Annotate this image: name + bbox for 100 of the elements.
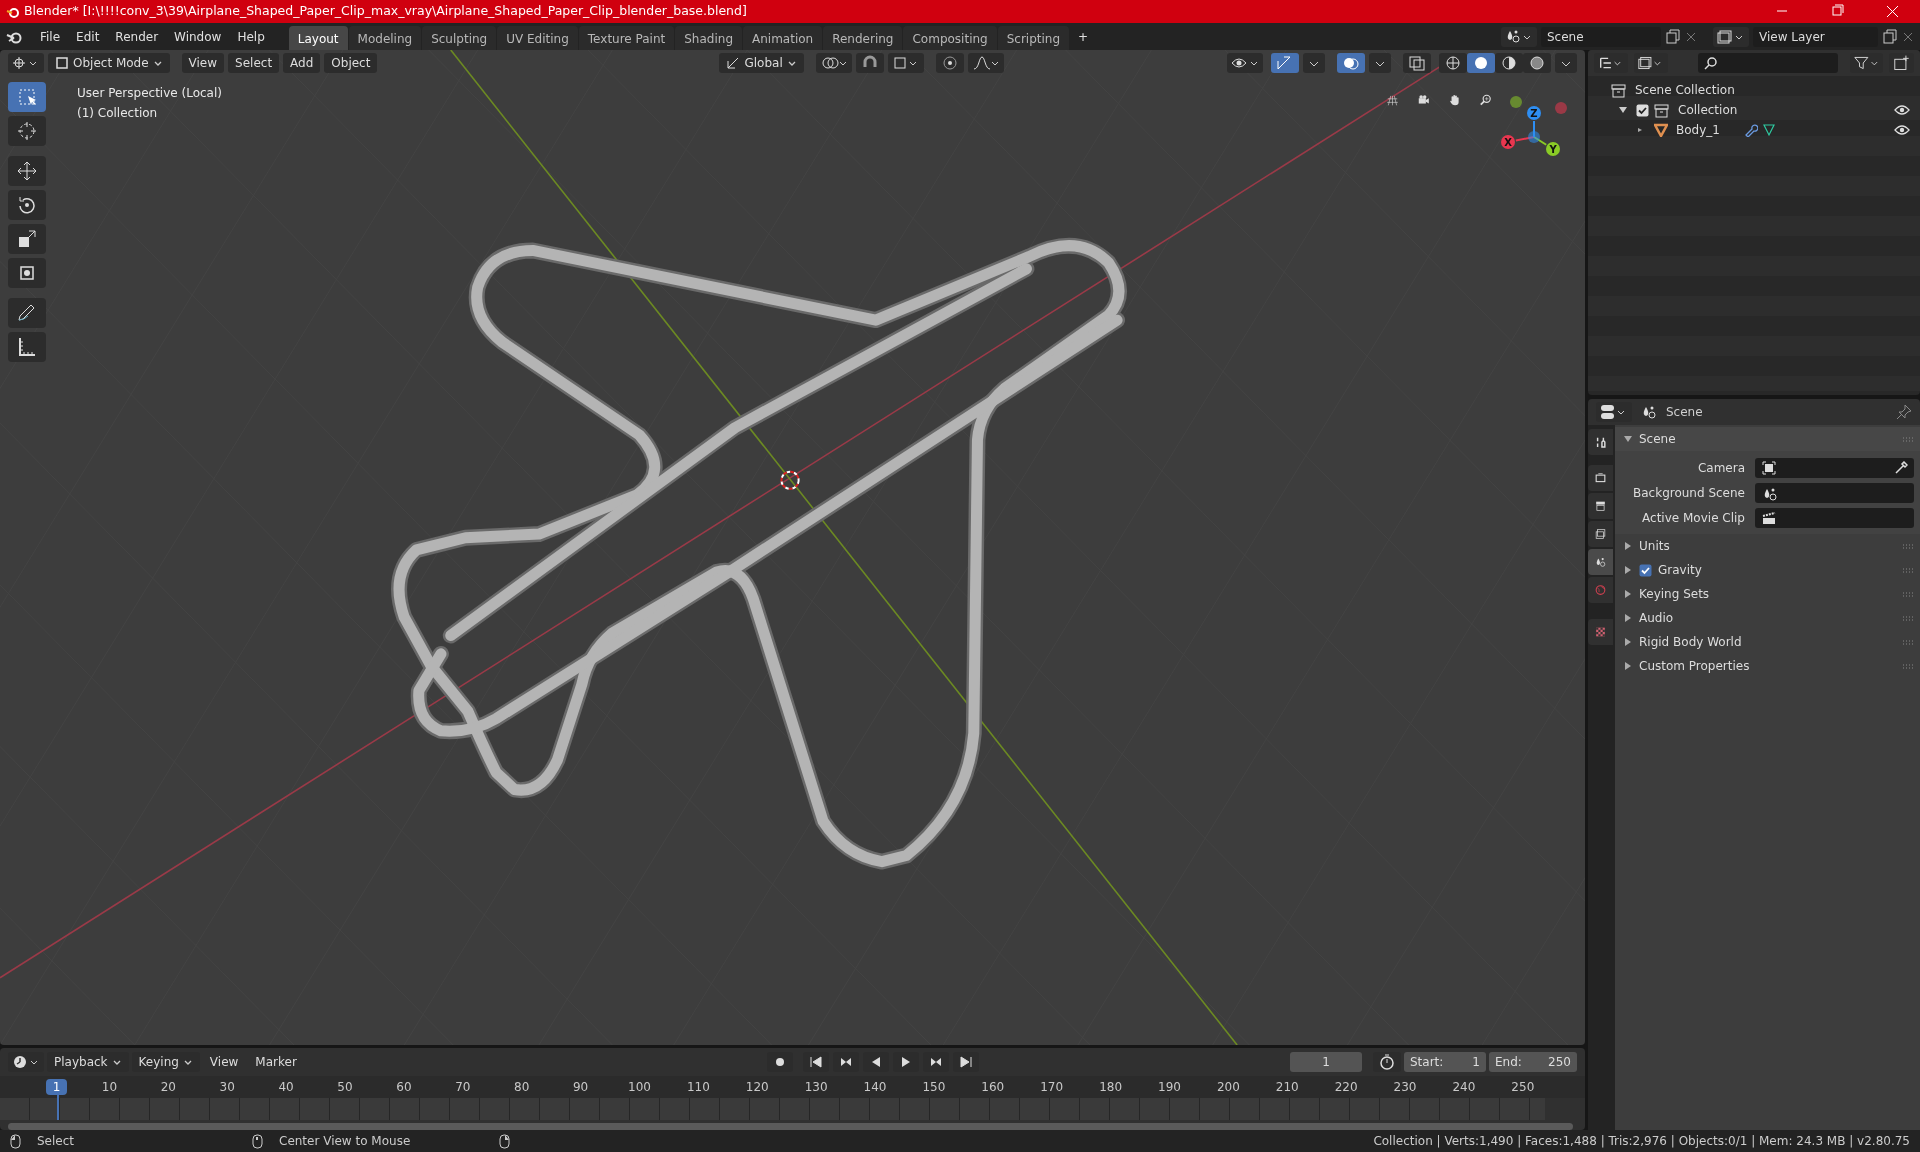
caret-icon[interactable] (184, 1060, 192, 1065)
pin-icon[interactable] (1896, 404, 1912, 420)
gizmo-toggle-icon[interactable] (1271, 52, 1299, 73)
snap-target-icon[interactable] (887, 52, 924, 73)
ruler-icon[interactable] (8, 332, 46, 362)
workspace-tab[interactable]: Rendering (823, 26, 903, 50)
render-icon[interactable] (1588, 465, 1613, 491)
menu-item[interactable]: Object (324, 52, 378, 73)
wireframe-shading-icon[interactable] (1439, 52, 1467, 73)
add-workspace-button[interactable]: + (1070, 23, 1097, 50)
mode-dropdown[interactable]: Object Mode (48, 52, 170, 73)
workspace-tab[interactable]: Modeling (348, 26, 422, 50)
overlay-toggle-icon[interactable] (1337, 52, 1365, 73)
move-icon[interactable] (8, 156, 46, 186)
menu-item[interactable]: View (181, 52, 225, 73)
image-stack-icon[interactable] (1633, 53, 1668, 73)
stopwatch-icon[interactable] (1373, 1052, 1401, 1072)
outliner-item[interactable]: Scene Collection (1635, 81, 1735, 99)
workspace-tab[interactable]: Shading (675, 26, 742, 50)
current-frame-marker[interactable]: 1 (45, 1079, 68, 1095)
visibility-icon[interactable] (1227, 52, 1263, 73)
menu-item[interactable]: Select (228, 52, 280, 73)
select-box-icon[interactable] (8, 82, 46, 112)
play-reverse-icon[interactable] (862, 1052, 889, 1072)
tool-settings-icon[interactable] (1588, 429, 1613, 455)
start-frame-field[interactable]: Start: 1 (1404, 1052, 1486, 1072)
workspace-tab[interactable]: Sculpting (422, 26, 497, 50)
menu-item[interactable]: Playback (47, 1052, 129, 1072)
pencil-icon[interactable] (8, 298, 46, 328)
solid-shading-icon[interactable] (1467, 52, 1495, 73)
wrench-icon[interactable] (1743, 123, 1758, 137)
outliner-type-icon[interactable] (1594, 53, 1628, 73)
previous-keyframe-icon[interactable] (832, 1052, 859, 1072)
eye-icon[interactable] (1894, 104, 1910, 116)
rotate-icon[interactable] (8, 190, 46, 220)
falloff-curve-icon[interactable] (967, 52, 1004, 73)
copy-icon[interactable] (1665, 28, 1681, 45)
menu-item[interactable]: File (32, 25, 69, 48)
workspace-tab[interactable]: Texture Paint (578, 26, 675, 50)
menu-item[interactable]: Render (107, 25, 167, 48)
clock-icon[interactable] (8, 1052, 44, 1072)
caret-icon[interactable] (153, 60, 162, 66)
caret-icon[interactable] (788, 60, 796, 66)
material-shading-icon[interactable] (1495, 52, 1523, 73)
jump-start-icon[interactable] (802, 1052, 829, 1072)
filter-icon[interactable] (1849, 53, 1884, 73)
output-icon[interactable] (1588, 493, 1613, 519)
panel-header[interactable]: Scene (1615, 427, 1920, 451)
magnet-icon[interactable] (855, 52, 884, 73)
orientation-dropdown[interactable]: Global (719, 52, 804, 73)
next-keyframe-icon[interactable] (922, 1052, 949, 1072)
editor-type-icon[interactable] (8, 52, 44, 73)
view-layer-icon[interactable] (1588, 521, 1613, 547)
search-field[interactable] (1697, 53, 1838, 73)
checkbox[interactable] (1639, 563, 1652, 577)
object-field[interactable] (1755, 457, 1914, 478)
current-frame-field[interactable]: 1 (1290, 1052, 1362, 1072)
menu-item[interactable]: Add (283, 52, 321, 73)
disclosure-triangle-icon[interactable] (1618, 105, 1628, 115)
workspace-tab[interactable]: Scripting (997, 26, 1070, 50)
xray-icon[interactable] (1403, 52, 1431, 73)
close-icon[interactable] (1902, 30, 1914, 43)
scene-field[interactable] (1755, 482, 1914, 503)
scene-field[interactable]: Scene (1541, 26, 1661, 47)
properties-type-icon[interactable] (1596, 402, 1632, 422)
menu-item[interactable]: Keying (131, 1052, 200, 1072)
jump-end-icon[interactable] (952, 1052, 979, 1072)
mesh-data-icon[interactable] (1761, 123, 1776, 137)
timeline-scrollbar[interactable] (8, 1123, 1573, 1130)
workspace-tab[interactable]: Animation (743, 26, 823, 50)
menu-item[interactable]: Help (229, 25, 273, 48)
scale-icon[interactable] (8, 224, 46, 254)
outliner-item[interactable]: Body_1 (1676, 121, 1720, 139)
outliner-item[interactable]: Collection (1678, 101, 1738, 119)
eyedropper-icon[interactable] (1894, 460, 1908, 475)
copy-icon[interactable] (1882, 28, 1898, 45)
menu-item[interactable]: View (202, 1052, 246, 1072)
clip-field[interactable] (1755, 507, 1914, 528)
workspace-tab[interactable]: UV Editing (497, 26, 578, 50)
eye-icon[interactable] (1894, 124, 1910, 136)
caret-icon[interactable] (112, 1060, 121, 1065)
new-collection-icon[interactable] (1889, 53, 1914, 73)
menu-item[interactable]: Marker (248, 1052, 304, 1072)
menu-item[interactable]: Edit (68, 25, 108, 48)
close-icon[interactable] (1685, 30, 1697, 43)
navigation-gizmo[interactable]: X Y Z (1501, 96, 1567, 156)
workspace-tab[interactable]: Layout (288, 26, 348, 50)
record-icon[interactable] (766, 1052, 793, 1072)
end-frame-field[interactable]: End: 250 (1489, 1052, 1577, 1072)
scene-icon[interactable] (1501, 26, 1537, 47)
view-layer-field[interactable]: View Layer (1753, 26, 1878, 47)
proportional-edit-icon[interactable] (935, 52, 964, 73)
checkbox[interactable] (1636, 103, 1649, 117)
play-icon[interactable] (892, 1052, 919, 1072)
transform-icon[interactable] (8, 258, 46, 288)
workspace-tab[interactable]: Compositing (903, 26, 997, 50)
pivot-icon[interactable] (815, 52, 852, 73)
rendered-shading-icon[interactable] (1523, 52, 1551, 73)
cursor-icon[interactable] (8, 116, 46, 146)
menu-item[interactable]: Window (166, 25, 230, 48)
